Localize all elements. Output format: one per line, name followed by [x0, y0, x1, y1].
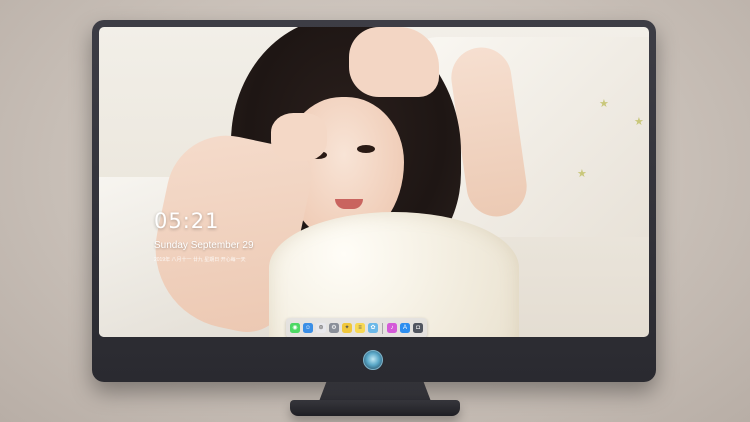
monitor-logo-icon [363, 350, 383, 370]
dock: ◉ ☺ ⊛ ⚙ ✦ ≡ ✿ ♪ A ◘ [286, 318, 427, 337]
notes-icon: ≡ [358, 325, 362, 331]
dock-app-8[interactable]: ♪ [387, 323, 397, 333]
lock-screen-date: Sunday September 29 [154, 240, 254, 251]
monitor-stand-base [290, 400, 460, 416]
lock-screen-subtext: 2019年 八月十一 廿九 星期日 开心每一天 [154, 257, 246, 263]
dock-app-4[interactable]: ⚙ [329, 323, 339, 333]
wallpaper-hand [271, 113, 327, 161]
star-icon: ★ [599, 98, 609, 110]
itunes-icon: ♪ [390, 325, 394, 331]
lock-screen-time: 05:21 [154, 209, 220, 233]
system-preferences-icon: ⚙ [331, 325, 337, 331]
finder-icon: ☺ [304, 325, 312, 331]
wallpaper-eye-right [357, 145, 375, 153]
dock-app-1[interactable]: ◉ [290, 323, 300, 333]
star-icon: ★ [634, 116, 644, 128]
star-icon: ★ [577, 168, 587, 180]
messages-icon: ◉ [292, 325, 298, 331]
dock-app-6[interactable]: ≡ [355, 323, 365, 333]
dock-app-3[interactable]: ⊛ [316, 323, 326, 333]
video-editor-icon: ✦ [344, 325, 350, 331]
desktop-screen: ★ ★ ★ 05:21 Sunday September 29 2019年 八月… [99, 27, 649, 337]
dock-separator [382, 322, 383, 334]
monitor-frame: ★ ★ ★ 05:21 Sunday September 29 2019年 八月… [92, 20, 656, 382]
dock-app-7[interactable]: ✿ [368, 323, 378, 333]
dock-app-2[interactable]: ☺ [303, 323, 313, 333]
dock-app-9[interactable]: A [400, 323, 410, 333]
app-store-icon: A [402, 325, 407, 331]
safari-icon: ⊛ [318, 325, 324, 331]
photos-icon: ✿ [370, 325, 376, 331]
camera-icon: ◘ [416, 325, 420, 331]
dock-app-5[interactable]: ✦ [342, 323, 352, 333]
dock-app-10[interactable]: ◘ [413, 323, 423, 333]
wallpaper-arm-up [349, 27, 439, 97]
